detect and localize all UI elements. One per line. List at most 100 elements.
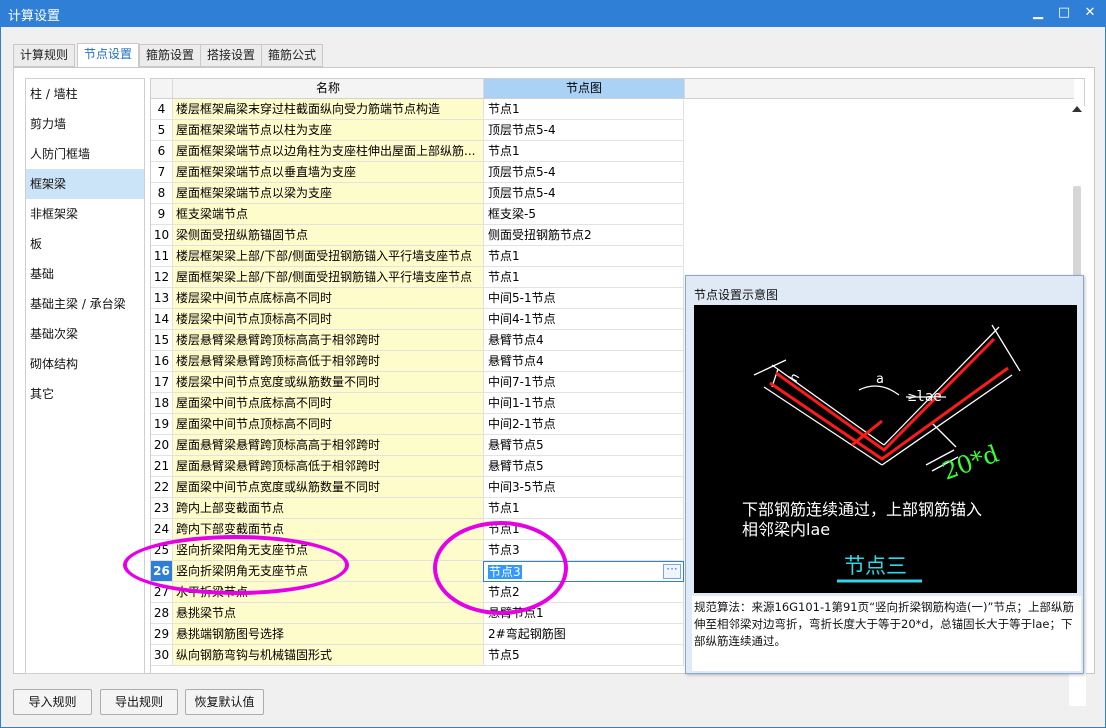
tab-node-settings[interactable]: 节点设置: [77, 43, 140, 68]
table-row[interactable]: 29 悬挑端钢筋图号选择 2#弯起钢筋图: [151, 624, 684, 645]
row-node-cell[interactable]: 悬臂节点4: [483, 351, 684, 372]
row-name-cell[interactable]: 框支梁端节点: [172, 204, 483, 225]
row-name-cell[interactable]: 楼层框架梁上部/下部/侧面受扭钢筋锚入平行墙支座节点: [172, 246, 483, 267]
preview-description: 规范算法：来源16G101-1第91页“竖向折梁钢筋构造(一)”节点；上部纵筋伸…: [692, 596, 1081, 671]
row-node-cell[interactable]: 悬臂节点5: [483, 456, 684, 477]
column-header-node[interactable]: 节点图: [483, 79, 684, 99]
table-row[interactable]: 28 悬挑梁节点 悬臂节点1: [151, 603, 684, 624]
ellipsis-button[interactable]: ···: [663, 563, 681, 579]
import-rules-button[interactable]: 导入规则: [13, 689, 92, 715]
column-header-name[interactable]: 名称: [172, 79, 483, 99]
table-row[interactable]: 16 楼层悬臂梁悬臂跨顶标高低于相邻跨时 悬臂节点4: [151, 351, 684, 372]
sidebar-item-masonry[interactable]: 砌体结构: [26, 349, 144, 379]
scroll-up-icon[interactable]: [1072, 106, 1082, 112]
row-name-cell[interactable]: 屋面梁中间节点宽度或纵筋数量不同时: [172, 477, 483, 498]
sidebar-item-civil-defense-wall[interactable]: 人防门框墙: [26, 139, 144, 169]
row-name-cell[interactable]: 悬挑端钢筋图号选择: [172, 624, 483, 645]
row-node-cell[interactable]: 框支梁-5: [483, 204, 684, 225]
row-node-cell[interactable]: 顶层节点5-4: [483, 162, 684, 183]
tab-stirrup-settings[interactable]: 箍筋设置: [139, 44, 202, 67]
sidebar-item-foundation-secondary-beam[interactable]: 基础次梁: [26, 319, 144, 349]
row-name-cell[interactable]: 楼层梁中间节点底标高不同时: [172, 288, 483, 309]
table-row[interactable]: 8 屋面框架梁端节点以梁为支座 顶层节点5-4: [151, 183, 684, 204]
table-row[interactable]: 30 纵向钢筋弯钩与机械锚固形式 节点5: [151, 645, 684, 666]
row-node-cell[interactable]: 2#弯起钢筋图: [483, 624, 684, 645]
table-row[interactable]: 21 屋面悬臂梁悬臂跨顶标高低于相邻跨时 悬臂节点5: [151, 456, 684, 477]
row-name-cell[interactable]: 屋面框架梁端节点以边角柱为支座柱伸出屋面上部纵筋...: [172, 141, 483, 162]
lae-dimension-a: [931, 422, 957, 448]
row-name-cell[interactable]: 楼层梁中间节点宽度或纵筋数量不同时: [172, 372, 483, 393]
row-name-cell[interactable]: 屋面悬臂梁悬臂跨顶标高高于相邻跨时: [172, 435, 483, 456]
table-row[interactable]: 9 框支梁端节点 框支梁-5: [151, 204, 684, 225]
restore-defaults-button[interactable]: 恢复默认值: [185, 689, 264, 715]
row-name-cell[interactable]: 屋面框架梁端节点以梁为支座: [172, 183, 483, 204]
rebar-upper: [775, 337, 996, 452]
row-name-cell[interactable]: 跨内上部变截面节点: [172, 498, 483, 519]
table-row[interactable]: 20 屋面悬臂梁悬臂跨顶标高高于相邻跨时 悬臂节点5: [151, 435, 684, 456]
row-node-cell[interactable]: 节点1: [483, 99, 684, 120]
row-name-cell[interactable]: 屋面梁中间节点底标高不同时: [172, 393, 483, 414]
table-row[interactable]: 19 屋面梁中间节点顶标高不同时 中间2-1节点: [151, 414, 684, 435]
row-name-cell[interactable]: 悬挑梁节点: [172, 603, 483, 624]
row-node-cell[interactable]: 顶层节点5-4: [483, 120, 684, 141]
break-mark-right: [991, 324, 1021, 372]
row-node-cell[interactable]: 中间7-1节点: [483, 372, 684, 393]
sidebar-item-shear-wall[interactable]: 剪力墙: [26, 109, 144, 139]
row-name-cell[interactable]: 屋面悬臂梁悬臂跨顶标高低于相邻跨时: [172, 456, 483, 477]
table-row[interactable]: 17 楼层梁中间节点宽度或纵筋数量不同时 中间7-1节点: [151, 372, 684, 393]
row-node-cell[interactable]: 中间5-1节点: [483, 288, 684, 309]
row-name-cell[interactable]: 楼层框架扁梁末穿过柱截面纵向受力筋端节点构造: [172, 99, 483, 120]
row-name-cell[interactable]: 屋面框架梁上部/下部/侧面受扭钢筋锚入平行墙支座节点: [172, 267, 483, 288]
row-node-cell[interactable]: 中间3-5节点: [483, 477, 684, 498]
minimize-icon[interactable]: ▁: [1026, 3, 1050, 23]
table-row[interactable]: 22 屋面梁中间节点宽度或纵筋数量不同时 中间3-5节点: [151, 477, 684, 498]
sidebar-item-other[interactable]: 其它: [26, 379, 144, 409]
row-node-cell[interactable]: 中间4-1节点: [483, 309, 684, 330]
row-name-cell[interactable]: 梁侧面受扭纵筋锚固节点: [172, 225, 483, 246]
row-name-cell[interactable]: 屋面梁中间节点顶标高不同时: [172, 414, 483, 435]
row-node-cell[interactable]: 节点1: [483, 498, 684, 519]
table-row[interactable]: 7 屋面框架梁端节点以垂直墙为支座 顶层节点5-4: [151, 162, 684, 183]
maximize-icon[interactable]: □: [1052, 3, 1076, 23]
row-name-cell[interactable]: 屋面框架梁端节点以垂直墙为支座: [172, 162, 483, 183]
sidebar-item-non-frame-beam[interactable]: 非框架梁: [26, 199, 144, 229]
table-row[interactable]: 12 屋面框架梁上部/下部/侧面受扭钢筋锚入平行墙支座节点 节点1: [151, 267, 684, 288]
row-node-cell[interactable]: 侧面受扭钢筋节点2: [483, 225, 684, 246]
sidebar-item-foundation[interactable]: 基础: [26, 259, 144, 289]
row-node-cell[interactable]: 悬臂节点4: [483, 330, 684, 351]
tab-lap-settings[interactable]: 搭接设置: [200, 44, 263, 67]
row-name-cell[interactable]: 楼层悬臂梁悬臂跨顶标高低于相邻跨时: [172, 351, 483, 372]
table-row[interactable]: 18 屋面梁中间节点底标高不同时 中间1-1节点: [151, 393, 684, 414]
table-row[interactable]: 15 楼层悬臂梁悬臂跨顶标高高于相邻跨时 悬臂节点4: [151, 330, 684, 351]
row-node-cell[interactable]: 节点1: [483, 267, 684, 288]
row-node-cell[interactable]: 悬臂节点5: [483, 435, 684, 456]
table-row[interactable]: 23 跨内上部变截面节点 节点1: [151, 498, 684, 519]
table-row[interactable]: 5 屋面框架梁端节点以柱为支座 顶层节点5-4: [151, 120, 684, 141]
export-rules-button[interactable]: 导出规则: [100, 689, 178, 715]
table-row[interactable]: 11 楼层框架梁上部/下部/侧面受扭钢筋锚入平行墙支座节点 节点1: [151, 246, 684, 267]
table-row[interactable]: 14 楼层梁中间节点顶标高不同时 中间4-1节点: [151, 309, 684, 330]
sidebar-item-frame-beam[interactable]: 框架梁: [26, 169, 144, 199]
table-row[interactable]: 4 楼层框架扁梁末穿过柱截面纵向受力筋端节点构造 节点1: [151, 99, 684, 120]
tab-stirrup-formula[interactable]: 箍筋公式: [261, 44, 324, 67]
row-node-cell[interactable]: 节点1: [483, 246, 684, 267]
row-name-cell[interactable]: 楼层梁中间节点顶标高不同时: [172, 309, 483, 330]
row-node-cell[interactable]: 中间1-1节点: [483, 393, 684, 414]
row-name-cell[interactable]: 屋面框架梁端节点以柱为支座: [172, 120, 483, 141]
table-row[interactable]: 6 屋面框架梁端节点以边角柱为支座柱伸出屋面上部纵筋... 节点1: [151, 141, 684, 162]
row-number: 19: [151, 414, 172, 435]
row-node-cell[interactable]: 中间2-1节点: [483, 414, 684, 435]
table-row[interactable]: 10 梁侧面受扭纵筋锚固节点 侧面受扭钢筋节点2: [151, 225, 684, 246]
row-node-cell[interactable]: 顶层节点5-4: [483, 183, 684, 204]
sidebar-item-slab[interactable]: 板: [26, 229, 144, 259]
row-node-cell[interactable]: 节点5: [483, 645, 684, 666]
row-node-cell[interactable]: 节点1: [483, 141, 684, 162]
row-name-cell[interactable]: 楼层悬臂梁悬臂跨顶标高高于相邻跨时: [172, 330, 483, 351]
tab-calc-rules[interactable]: 计算规则: [13, 44, 76, 67]
row-name-cell[interactable]: 纵向钢筋弯钩与机械锚固形式: [172, 645, 483, 666]
close-icon[interactable]: ✕: [1078, 3, 1102, 23]
row-number: 30: [151, 645, 172, 666]
sidebar-item-column[interactable]: 柱 / 墙柱: [26, 79, 144, 109]
sidebar-item-foundation-main-beam[interactable]: 基础主梁 / 承台梁: [26, 289, 144, 319]
table-row[interactable]: 13 楼层梁中间节点底标高不同时 中间5-1节点: [151, 288, 684, 309]
